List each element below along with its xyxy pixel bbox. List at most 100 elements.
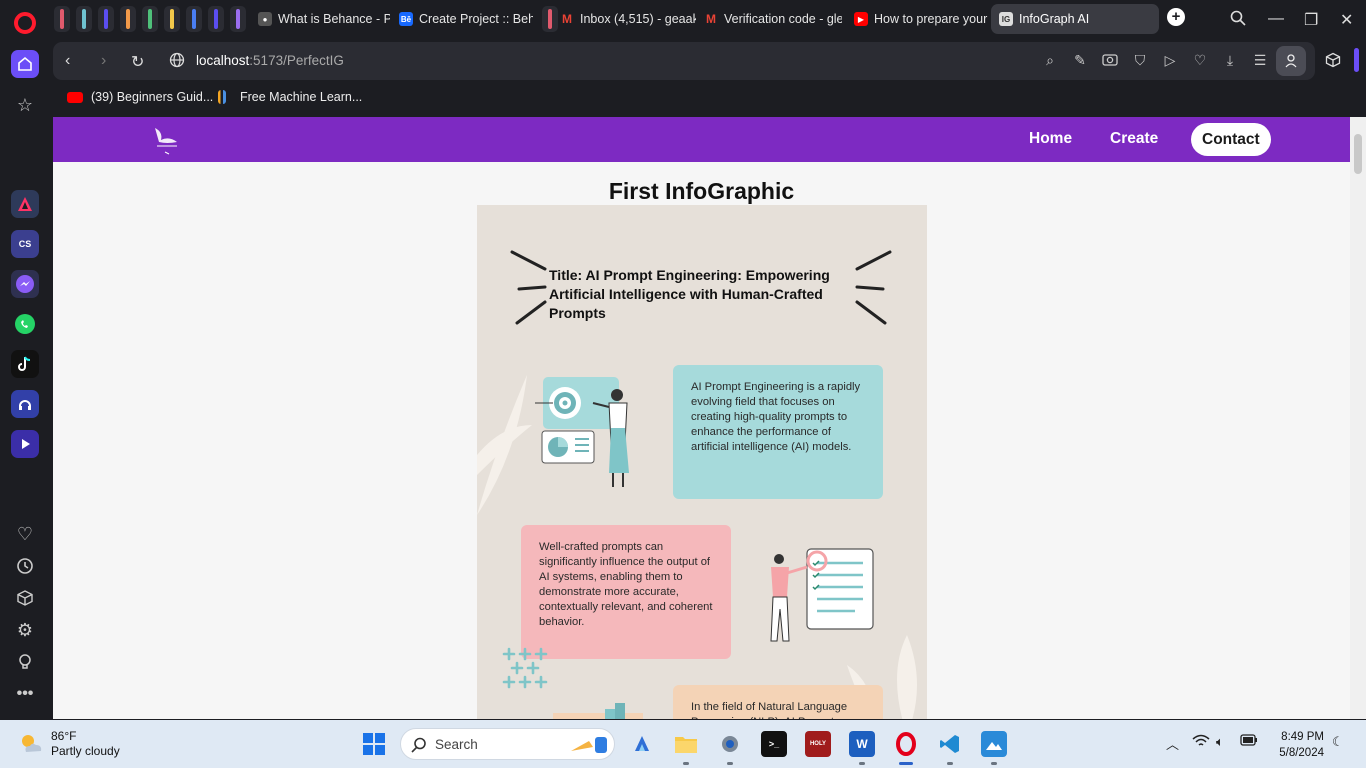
star-icon[interactable]: ☆ xyxy=(11,91,39,119)
tab-infograph-active[interactable]: IG InfoGraph AI xyxy=(991,4,1159,34)
tab-gmail-verification[interactable]: M Verification code - gle xyxy=(696,4,842,34)
scrollbar-thumb[interactable] xyxy=(1354,134,1362,174)
system-clock[interactable]: 8:49 PM 5/8/2024 xyxy=(1264,729,1324,761)
aria-icon[interactable] xyxy=(11,190,39,218)
tab-island[interactable] xyxy=(186,6,202,32)
volume-icon[interactable]: 🔈︎ xyxy=(1216,734,1224,750)
play-icon[interactable]: ▷ xyxy=(1161,52,1179,70)
nav-home-link[interactable]: Home xyxy=(1029,130,1072,148)
tab-island[interactable] xyxy=(208,6,224,32)
download-icon[interactable]: ⤓ xyxy=(1221,52,1239,70)
windows-start-icon[interactable] xyxy=(361,731,387,757)
tab-island[interactable] xyxy=(164,6,180,32)
camera-icon[interactable] xyxy=(1101,52,1119,70)
terminal-app-icon[interactable]: >_ xyxy=(761,731,787,757)
weather-condition: Partly cloudy xyxy=(51,744,120,758)
new-tab-plus-icon[interactable]: + xyxy=(1167,8,1185,26)
tab-title: Verification code - gle xyxy=(724,12,842,26)
extensions-cube-icon[interactable] xyxy=(1321,46,1345,74)
gmail-icon: M xyxy=(706,12,716,26)
home-icon[interactable] xyxy=(11,50,39,78)
file-explorer-icon[interactable] xyxy=(673,731,699,757)
back-arrow-icon[interactable]: ‹ xyxy=(65,52,70,70)
heart-icon[interactable]: ♡ xyxy=(1191,52,1209,70)
lens-search-icon[interactable]: ⌕ xyxy=(1041,52,1059,70)
search-tabs-icon[interactable] xyxy=(1230,10,1246,31)
minimize-icon[interactable]: — xyxy=(1268,10,1284,28)
player-icon[interactable] xyxy=(11,430,39,458)
infographic-title: Title: AI Prompt Engineering: Empowering… xyxy=(549,267,830,321)
bookmark-item[interactable]: Free Machine Learn... xyxy=(218,90,362,104)
tab-behance-chat[interactable]: ● What is Behance - Po xyxy=(250,4,390,34)
cs-app-icon[interactable]: CS xyxy=(11,230,39,258)
settings-gear-icon[interactable]: ⚙ xyxy=(11,616,39,644)
easy-setup-icon[interactable]: ☰ xyxy=(1251,52,1269,70)
forward-arrow-icon[interactable]: › xyxy=(101,52,106,70)
tab-island[interactable] xyxy=(76,6,92,32)
copilot-app-icon[interactable] xyxy=(629,731,655,757)
running-indicator xyxy=(859,762,865,765)
section-3-box: In the field of Natural Language Process… xyxy=(673,685,883,719)
shield-icon[interactable]: ⛉ xyxy=(1131,52,1149,70)
infograph-logo[interactable] xyxy=(149,122,185,158)
tiktok-icon[interactable] xyxy=(11,350,39,378)
youtube-icon: ▶ xyxy=(854,12,868,26)
photos-app-icon[interactable] xyxy=(981,731,1007,757)
tab-island[interactable] xyxy=(54,6,70,32)
scrollbar-track[interactable] xyxy=(1350,117,1366,719)
reload-icon[interactable]: ↻ xyxy=(131,52,144,72)
opera-app-icon[interactable] xyxy=(893,731,919,757)
tab-strip: ● What is Behance - Po Bē Create Project… xyxy=(50,0,1366,38)
close-icon[interactable]: ✕ xyxy=(1340,10,1353,30)
bible-app-icon[interactable]: HOLY xyxy=(805,731,831,757)
burst-right-decoration xyxy=(855,250,892,325)
settings-app-icon[interactable] xyxy=(717,731,743,757)
checklist-illustration xyxy=(770,548,874,642)
url-field[interactable]: localhost:5173/PerfectIG xyxy=(196,53,344,68)
history-icon[interactable] xyxy=(11,552,39,580)
lightbulb-icon[interactable] xyxy=(11,648,39,676)
active-indicator xyxy=(899,762,913,765)
tab-island[interactable] xyxy=(142,6,158,32)
presenter-illustration xyxy=(535,377,629,487)
site-info-globe-icon[interactable] xyxy=(169,52,185,73)
battery-icon[interactable] xyxy=(1240,734,1258,749)
more-icon[interactable]: ••• xyxy=(11,680,39,708)
tab-gmail-inbox[interactable]: M Inbox (4,515) - geaak xyxy=(552,4,696,34)
messenger-icon[interactable] xyxy=(11,270,39,298)
bookmark-label: Free Machine Learn... xyxy=(240,90,363,104)
vscode-app-icon[interactable] xyxy=(937,731,963,757)
tab-youtube[interactable]: ▶ How to prepare your xyxy=(846,4,988,34)
plus-pattern-decoration xyxy=(502,647,548,689)
tray-chevron-up-icon[interactable]: ︿ xyxy=(1166,734,1179,753)
infograph-icon: IG xyxy=(999,12,1013,26)
wifi-icon[interactable] xyxy=(1192,734,1210,751)
tab-island[interactable] xyxy=(120,6,136,32)
profile-avatar-icon[interactable] xyxy=(1276,46,1306,76)
opera-logo-icon[interactable] xyxy=(14,12,36,34)
clock-time: 8:49 PM xyxy=(1281,731,1324,743)
address-bar: ‹ › ↻ localhost:5173/PerfectIG ⌕ ✎ ⛉ ▷ ♡… xyxy=(53,42,1315,80)
running-indicator xyxy=(947,762,953,765)
nav-create-link[interactable]: Create xyxy=(1110,130,1158,148)
nav-contact-button[interactable]: Contact xyxy=(1191,123,1271,156)
cube-icon[interactable] xyxy=(11,584,39,612)
behance-icon: Bē xyxy=(399,12,413,26)
tab-island[interactable] xyxy=(230,6,246,32)
screen: ☆ CS ♡ ⚙ ••• ● What is Behance - Po Bē C… xyxy=(0,0,1366,768)
bookmark-item[interactable]: (39) Beginners Guid... xyxy=(67,90,213,104)
youtube-icon xyxy=(67,91,83,103)
running-indicator xyxy=(683,762,689,765)
tab-island[interactable] xyxy=(98,6,114,32)
notifications-moon-icon[interactable]: ☾ xyxy=(1332,734,1344,750)
music-icon[interactable] xyxy=(11,390,39,418)
section-2-text: Well-crafted prompts can significantly i… xyxy=(539,541,713,628)
tab-behance-create[interactable]: Bē Create Project :: Beha xyxy=(391,4,533,34)
restore-icon[interactable]: ❐ xyxy=(1304,10,1318,30)
taskbar-search-box[interactable]: Search xyxy=(400,728,615,760)
whatsapp-icon[interactable] xyxy=(11,310,39,338)
edit-icon[interactable]: ✎ xyxy=(1071,52,1089,70)
word-app-icon[interactable]: W xyxy=(849,731,875,757)
tab-title: Inbox (4,515) - geaak xyxy=(580,12,696,26)
heart-icon[interactable]: ♡ xyxy=(11,520,39,548)
